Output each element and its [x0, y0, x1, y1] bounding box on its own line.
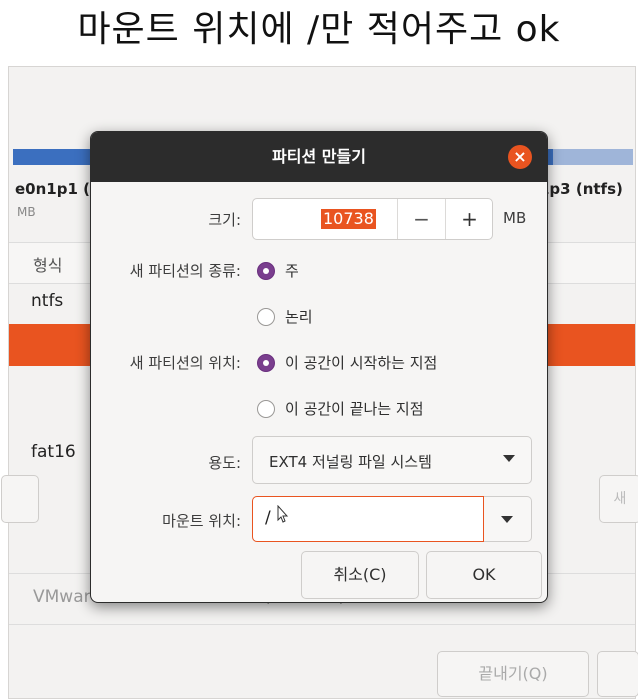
caption-text: 마운트 위치에 /만 적어주고 ok: [77, 9, 561, 50]
use-as-label: 용도:: [208, 454, 241, 472]
radio-begin-label[interactable]: 이 공간이 시작하는 지점: [285, 352, 437, 373]
radio-begin[interactable]: [257, 354, 275, 372]
mount-point-value[interactable]: /: [265, 508, 271, 528]
close-icon[interactable]: ×: [508, 145, 532, 169]
radio-primary-label[interactable]: 주: [285, 260, 299, 281]
cancel-button[interactable]: 취소(C): [301, 551, 419, 599]
mount-point-input[interactable]: /: [252, 496, 484, 542]
back-button[interactable]: [597, 651, 638, 697]
radio-end-label[interactable]: 이 공간이 끝나는 지점: [285, 398, 424, 419]
radio-logical-label[interactable]: 논리: [285, 306, 313, 327]
partition-location-label: 새 파티션의 위치:: [129, 354, 241, 372]
new-partition-table-button[interactable]: 새: [599, 475, 638, 523]
partition-left-label: e0n1p1 (: [15, 180, 90, 198]
chevron-down-icon: [501, 516, 513, 523]
table-row[interactable]: ntfs: [31, 291, 63, 311]
use-as-dropdown[interactable]: EXT4 저널링 파일 시스템: [252, 436, 532, 484]
mount-point-label: 마운트 위치:: [162, 512, 241, 530]
quit-button[interactable]: 끝내기(Q): [437, 651, 589, 697]
divider: [9, 624, 635, 625]
radio-primary[interactable]: [257, 262, 275, 280]
radio-logical[interactable]: [257, 308, 275, 326]
size-value[interactable]: 10738: [321, 209, 376, 229]
size-label: 크기:: [208, 211, 241, 229]
dialog-title: 파티션 만들기: [272, 147, 366, 166]
partition-left-size: MB: [17, 205, 36, 219]
partition-right-label: 1p3 (ntfs): [539, 180, 623, 198]
size-input[interactable]: 10738 − +: [252, 198, 493, 240]
add-partition-button[interactable]: [1, 475, 39, 523]
text-cursor-icon: [277, 505, 289, 523]
radio-end[interactable]: [257, 400, 275, 418]
use-as-value: EXT4 저널링 파일 시스템: [269, 453, 432, 471]
create-partition-dialog: 파티션 만들기 × 크기: 10738 − + MB 새 파티션의 종류: 주 …: [90, 131, 548, 603]
increment-button[interactable]: +: [446, 199, 493, 239]
decrement-button[interactable]: −: [398, 199, 445, 239]
partition-type-label: 새 파티션의 종류:: [129, 262, 241, 280]
dialog-titlebar: 파티션 만들기 ×: [91, 132, 547, 182]
mount-point-dropdown-button[interactable]: [484, 496, 532, 542]
table-row[interactable]: fat16: [31, 442, 76, 462]
ok-button[interactable]: OK: [426, 551, 542, 599]
column-type: 형식: [33, 256, 63, 275]
chevron-down-icon: [503, 455, 515, 462]
unit-label: MB: [503, 209, 527, 227]
